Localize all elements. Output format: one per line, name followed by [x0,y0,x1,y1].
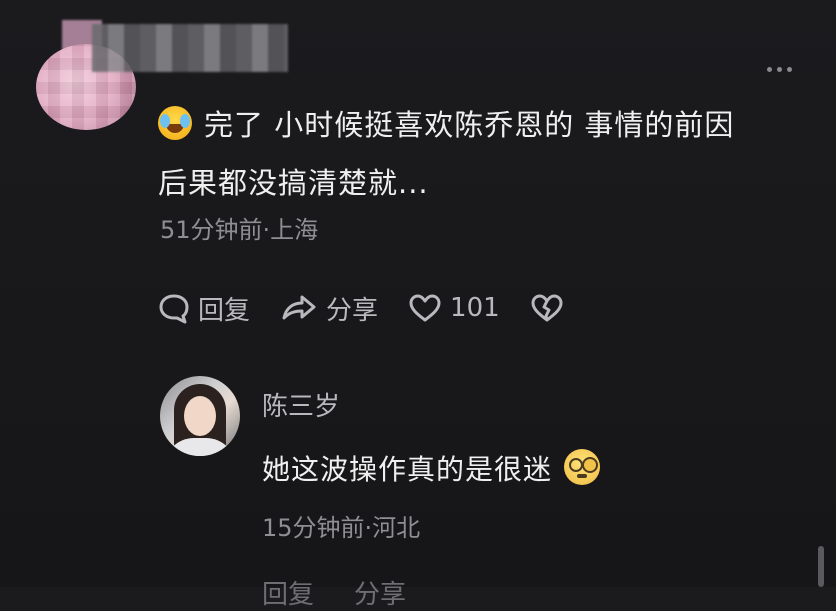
reply-reply-button[interactable]: 回复 [262,574,314,610]
laughing-crying-emoji-icon [158,106,192,140]
reply-body: 她这波操作真的是很迷 [262,448,601,488]
more-options-icon[interactable] [764,62,794,76]
username-pixelated[interactable] [92,24,288,72]
reply-meta: 15分钟前·河北 [262,514,421,542]
scrollbar[interactable] [818,546,824,587]
like-button[interactable]: 101 [408,292,500,324]
reply-button[interactable]: 回复 [158,290,250,327]
share-arrow-icon [282,295,316,320]
share-button[interactable]: 分享 [280,290,378,327]
reply-avatar[interactable] [160,376,240,456]
comment-actions: 回复 分享 101 [158,286,602,330]
comment-meta: 51分钟前·上海 [160,216,319,244]
broken-heart-icon [531,294,563,322]
like-count: 101 [450,293,500,323]
reply-text: 她这波操作真的是很迷 [262,453,553,486]
reply-author[interactable]: 陈三岁 [262,386,340,423]
share-label: 分享 [326,295,379,326]
comment-text-line2: 后果都没搞清楚就... [158,166,429,200]
heart-icon [409,294,441,322]
reply-bubble-icon [159,294,189,324]
dislike-button[interactable] [530,292,572,324]
comment-text-line1: 完了 小时候挺喜欢陈乔恩的 事情的前因 [204,108,735,142]
reply-share-button[interactable]: 分享 [354,574,406,610]
comment-body: 完了 小时候挺喜欢陈乔恩的 事情的前因 后果都没搞清楚就... [158,96,798,212]
reply-label: 回复 [198,295,251,326]
reply-actions: 回复 分享 [262,574,406,610]
dizzy-face-emoji-icon [564,449,601,485]
